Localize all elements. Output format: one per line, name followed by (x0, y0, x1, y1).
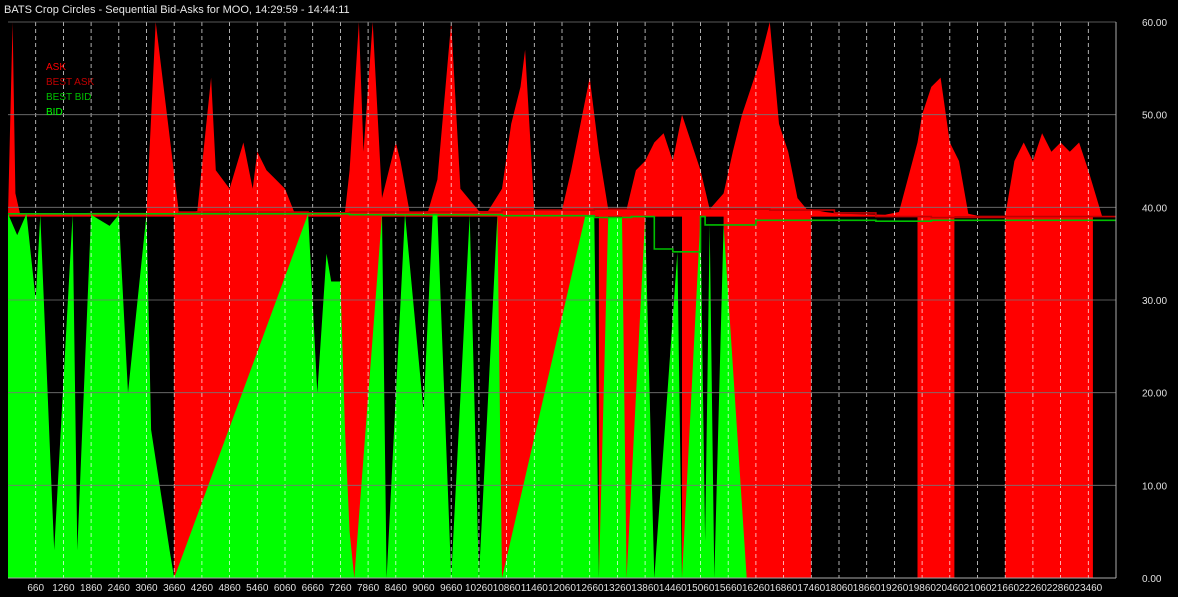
chart-legend: ASK BEST ASK BEST BID BID (46, 60, 94, 120)
x-tick-label: 16260 (742, 583, 770, 594)
x-tick-label: 20460 (936, 583, 964, 594)
x-tick-label: 14460 (659, 583, 687, 594)
x-tick-label: 10260 (465, 583, 493, 594)
x-tick-label: 17460 (797, 583, 825, 594)
x-tick-label: 1860 (80, 583, 103, 594)
x-tick-label: 19860 (908, 583, 936, 594)
x-tick-label: 9060 (412, 583, 435, 594)
x-tick-label: 660 (27, 583, 44, 594)
x-tick-label: 22860 (1047, 583, 1075, 594)
x-tick-label: 13260 (603, 583, 631, 594)
ask-block (1005, 212, 1093, 578)
x-tick-label: 3660 (163, 583, 186, 594)
x-tick-label: 12060 (548, 583, 576, 594)
y-tick-label: 60.00 (1142, 18, 1167, 29)
y-tick-label: 30.00 (1142, 296, 1167, 307)
y-tick-label: 40.00 (1142, 203, 1167, 214)
x-tick-label: 12660 (576, 583, 604, 594)
bid-ask-chart: 60.00 50.00 40.00 30.00 20.00 10.00 0.00 660 126… (7, 18, 1167, 594)
x-tick-label: 21060 (964, 583, 992, 594)
x-tick-label: 4260 (191, 583, 214, 594)
x-tick-label: 6060 (274, 583, 297, 594)
x-tick-label: 11460 (521, 583, 549, 594)
x-tick-label: 15660 (714, 583, 742, 594)
x-tick-label: 4860 (218, 583, 241, 594)
x-tick-label: 9660 (440, 583, 463, 594)
x-tick-label: 22260 (1019, 583, 1047, 594)
x-tick-label: 21660 (991, 583, 1019, 594)
x-tick-label: 10860 (493, 583, 521, 594)
x-tick-label: 6660 (302, 583, 325, 594)
x-tick-label: 8460 (385, 583, 408, 594)
x-tick-label: 5460 (246, 583, 269, 594)
x-tick-label: 3060 (135, 583, 158, 594)
x-tick-label: 7260 (329, 583, 352, 594)
x-tick-label: 2460 (108, 583, 131, 594)
x-tick-label: 18660 (853, 583, 881, 594)
ask-block (917, 212, 955, 578)
y-tick-label: 10.00 (1142, 481, 1167, 492)
y-tick-label: 50.00 (1142, 111, 1167, 122)
x-tick-label: 15060 (687, 583, 715, 594)
y-tick-label: 20.00 (1142, 389, 1167, 400)
x-tick-label: 19260 (880, 583, 908, 594)
legend-item-bid: BID (46, 107, 63, 118)
x-tick-label: 16860 (770, 583, 798, 594)
x-tick-label: 23460 (1074, 583, 1102, 594)
x-tick-label: 7860 (357, 583, 380, 594)
y-tick-label: 0.00 (1142, 574, 1162, 585)
legend-item-ask: ASK (46, 62, 67, 73)
legend-item-best-bid: BEST BID (46, 92, 92, 103)
x-tick-label: 13860 (631, 583, 659, 594)
x-tick-label: 18060 (825, 583, 853, 594)
legend-item-best-ask: BEST ASK (46, 77, 95, 88)
x-tick-label: 1260 (52, 583, 75, 594)
